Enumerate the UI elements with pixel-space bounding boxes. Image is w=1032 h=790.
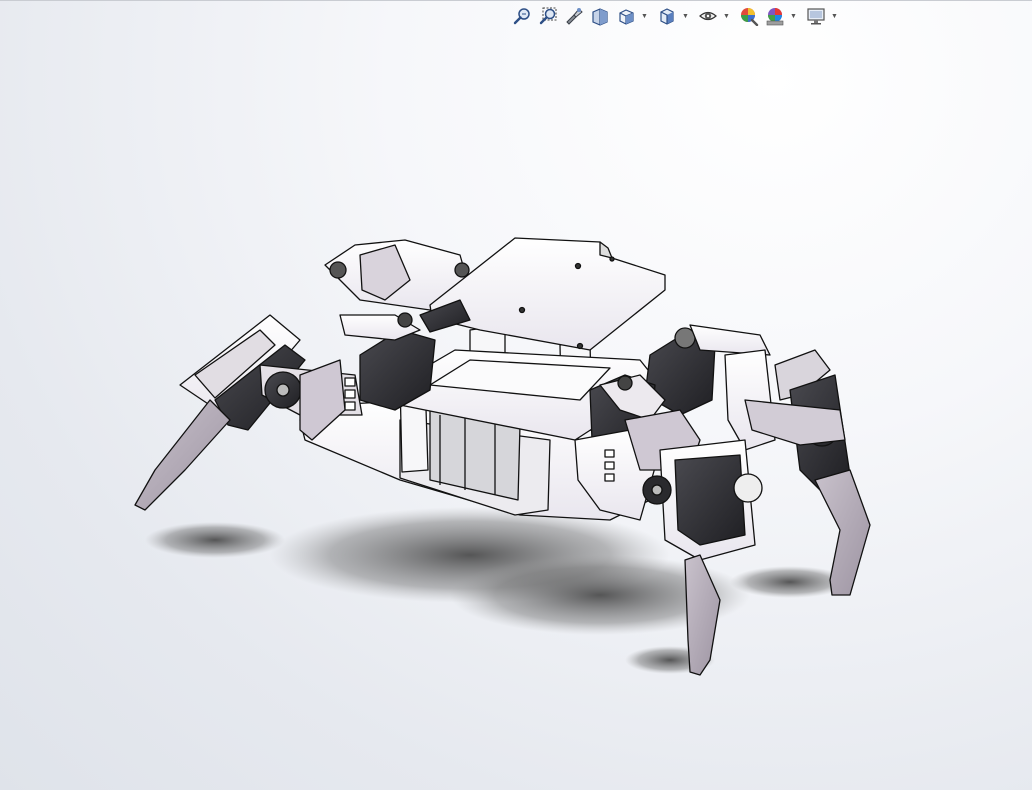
view-orientation-button[interactable] xyxy=(614,5,638,27)
zoom-area-icon xyxy=(539,7,557,25)
zoom-to-fit-button[interactable] xyxy=(510,5,534,27)
view-orientation-dropdown[interactable]: ▼ xyxy=(640,5,649,27)
hide-show-icon xyxy=(699,11,717,21)
display-style-icon xyxy=(660,8,674,25)
view-settings-dropdown[interactable]: ▼ xyxy=(830,5,839,27)
previous-view-icon xyxy=(566,8,583,25)
display-style-button[interactable] xyxy=(655,5,679,27)
heads-up-view-toolbar: ▼ ▼ ▼ ▼ ▼ xyxy=(510,4,843,28)
zoom-to-area-button[interactable] xyxy=(536,5,560,27)
edit-appearance-icon xyxy=(741,8,759,26)
section-view-icon xyxy=(592,8,608,26)
apply-scene-icon xyxy=(766,8,784,26)
section-view-button[interactable] xyxy=(588,5,612,27)
apply-scene-dropdown[interactable]: ▼ xyxy=(789,5,798,27)
display-style-dropdown[interactable]: ▼ xyxy=(681,5,690,27)
hide-show-items-dropdown[interactable]: ▼ xyxy=(722,5,731,27)
view-orientation-icon xyxy=(619,9,634,25)
previous-view-button[interactable] xyxy=(562,5,586,27)
view-settings-button[interactable] xyxy=(804,5,828,27)
monitor-icon xyxy=(807,8,825,25)
apply-scene-button[interactable] xyxy=(763,5,787,27)
zoom-fit-icon xyxy=(513,8,530,25)
graphics-area[interactable] xyxy=(0,0,1032,790)
edit-appearance-button[interactable] xyxy=(737,5,761,27)
hide-show-items-button[interactable] xyxy=(696,5,720,27)
